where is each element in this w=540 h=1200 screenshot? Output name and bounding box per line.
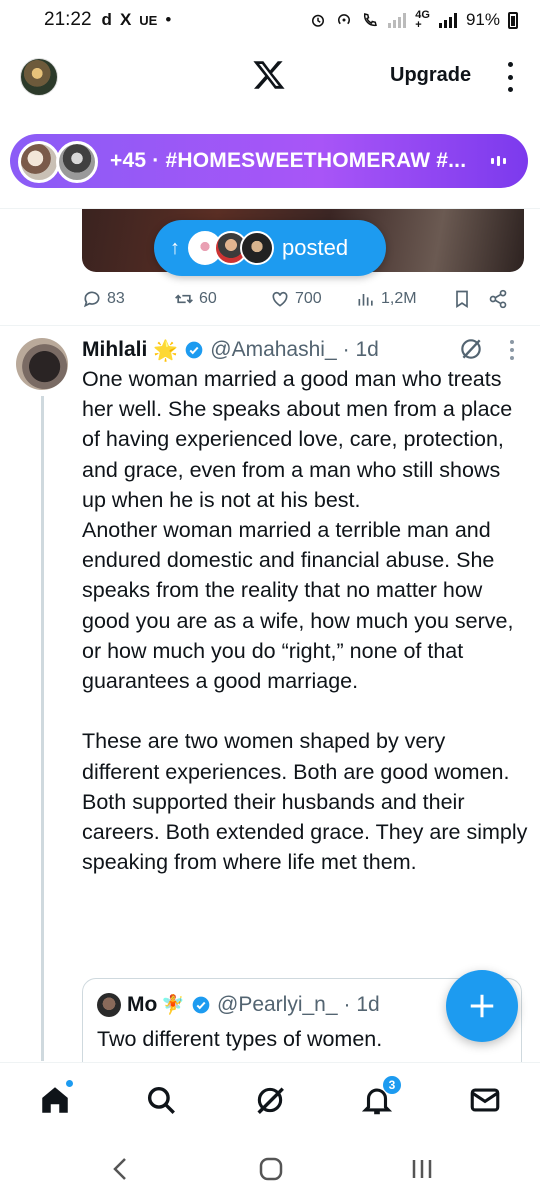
author-emoji: 🌟 — [153, 339, 179, 362]
signal-icon-2 — [438, 13, 457, 28]
status-icon-ue: UE — [139, 12, 158, 28]
quoted-tweet-time: · 1d — [343, 993, 380, 1016]
quoted-tweet-header: Mo 🧚 @Pearlyi_n_ · 1d — [97, 993, 380, 1017]
wifi-call-icon — [364, 13, 378, 27]
home-icon — [42, 1087, 68, 1113]
notification-badge: 3 — [382, 1075, 402, 1095]
author-name[interactable]: Mihlali — [82, 338, 147, 362]
tweet-actions: 83 60 700 1,2M — [82, 286, 522, 312]
signal-icon — [388, 13, 407, 28]
tweet-author-avatar[interactable] — [16, 338, 68, 390]
repost-button[interactable]: 60 — [174, 289, 270, 309]
battery-icon — [508, 11, 518, 29]
upgrade-button[interactable]: Upgrade — [390, 64, 471, 87]
repost-count: 60 — [199, 290, 217, 307]
messages-icon — [470, 1088, 500, 1112]
avatar — [240, 231, 274, 265]
compose-button[interactable] — [446, 970, 518, 1042]
profile-avatar[interactable] — [20, 58, 58, 96]
recent-apps-icon[interactable] — [410, 1156, 434, 1182]
reply-button[interactable]: 83 — [82, 289, 174, 309]
network-type-icon: 4G + — [415, 9, 430, 31]
views-count: 1,2M — [381, 290, 417, 307]
tweet-more-icon[interactable] — [510, 340, 514, 360]
avatar — [56, 141, 98, 183]
spaces-live-banner[interactable]: +45 · #HOMESWEETHOMERAW #... — [10, 134, 528, 188]
divider — [0, 325, 540, 326]
status-left-icons: d X UE • — [102, 10, 172, 30]
battery-level: 91% — [465, 10, 500, 29]
status-icon-dot: • — [165, 10, 172, 29]
nav-grok[interactable] — [253, 1083, 287, 1117]
tweet-time: · 1d — [342, 338, 379, 361]
bookmark-icon — [456, 290, 468, 309]
grok-icon[interactable] — [458, 336, 484, 362]
status-time: 21:22 — [44, 9, 92, 30]
search-icon — [147, 1086, 175, 1114]
spaces-title: +45 · #HOMESWEETHOMERAW #... — [110, 149, 467, 172]
nav-messages[interactable] — [468, 1083, 502, 1117]
like-button[interactable]: 700 — [270, 289, 356, 309]
quoted-author-handle: @Pearlyi_n_ — [217, 993, 338, 1016]
tweet-text: One woman married a good man who treats … — [82, 367, 528, 875]
share-button[interactable] — [488, 289, 518, 309]
quoted-author-emoji: 🧚 — [161, 995, 185, 1016]
reply-count: 83 — [107, 290, 125, 307]
quoted-author-name: Mo — [127, 993, 158, 1016]
reply-icon — [83, 291, 100, 308]
app-header: Upgrade — [0, 52, 540, 104]
android-navigation-bar — [0, 1138, 540, 1200]
avatar — [18, 141, 60, 183]
new-posts-button[interactable]: ↑ posted — [154, 220, 386, 276]
arrow-up-icon: ↑ — [170, 236, 180, 259]
posted-avatars — [188, 231, 274, 265]
status-icon-d: d — [101, 10, 112, 29]
home-button-icon[interactable] — [258, 1156, 284, 1182]
bottom-navigation: 3 — [0, 1062, 540, 1138]
x-logo-icon[interactable] — [252, 58, 286, 92]
author-handle[interactable]: @Amahashi_ — [210, 338, 336, 362]
status-icon-x: X — [119, 10, 132, 29]
grok-icon — [257, 1087, 284, 1114]
new-content-dot — [65, 1079, 74, 1088]
posted-label: posted — [282, 235, 349, 260]
verified-badge-icon — [185, 341, 203, 359]
hotspot-icon — [338, 14, 351, 25]
thread-line — [41, 396, 44, 1061]
back-icon[interactable] — [110, 1156, 132, 1182]
nav-home[interactable] — [38, 1079, 74, 1117]
status-right-icons: 4G + 91% — [309, 9, 518, 31]
share-icon — [489, 289, 507, 309]
quoted-tweet-text: Two different types of women. — [97, 1027, 383, 1051]
tweet-header: Mihlali 🌟 @Amahashi_ · 1d — [82, 336, 379, 364]
repost-icon — [175, 294, 193, 304]
verified-badge-icon — [192, 996, 210, 1014]
more-options-icon[interactable] — [505, 62, 515, 92]
views-button[interactable]: 1,2M — [356, 289, 452, 309]
avatar — [97, 993, 121, 1017]
nav-notifications[interactable]: 3 — [360, 1075, 402, 1117]
nav-search[interactable] — [144, 1083, 178, 1117]
alarm-icon — [312, 14, 325, 27]
like-count: 700 — [295, 290, 322, 307]
bookmark-button[interactable] — [452, 289, 488, 309]
heart-icon — [272, 291, 288, 307]
status-bar: 21:22 d X UE • 4G + 91% — [0, 0, 540, 40]
views-icon — [358, 294, 373, 306]
audio-bars-icon — [491, 156, 506, 166]
spaces-host-avatars — [18, 139, 102, 183]
plus-icon — [470, 994, 494, 1018]
